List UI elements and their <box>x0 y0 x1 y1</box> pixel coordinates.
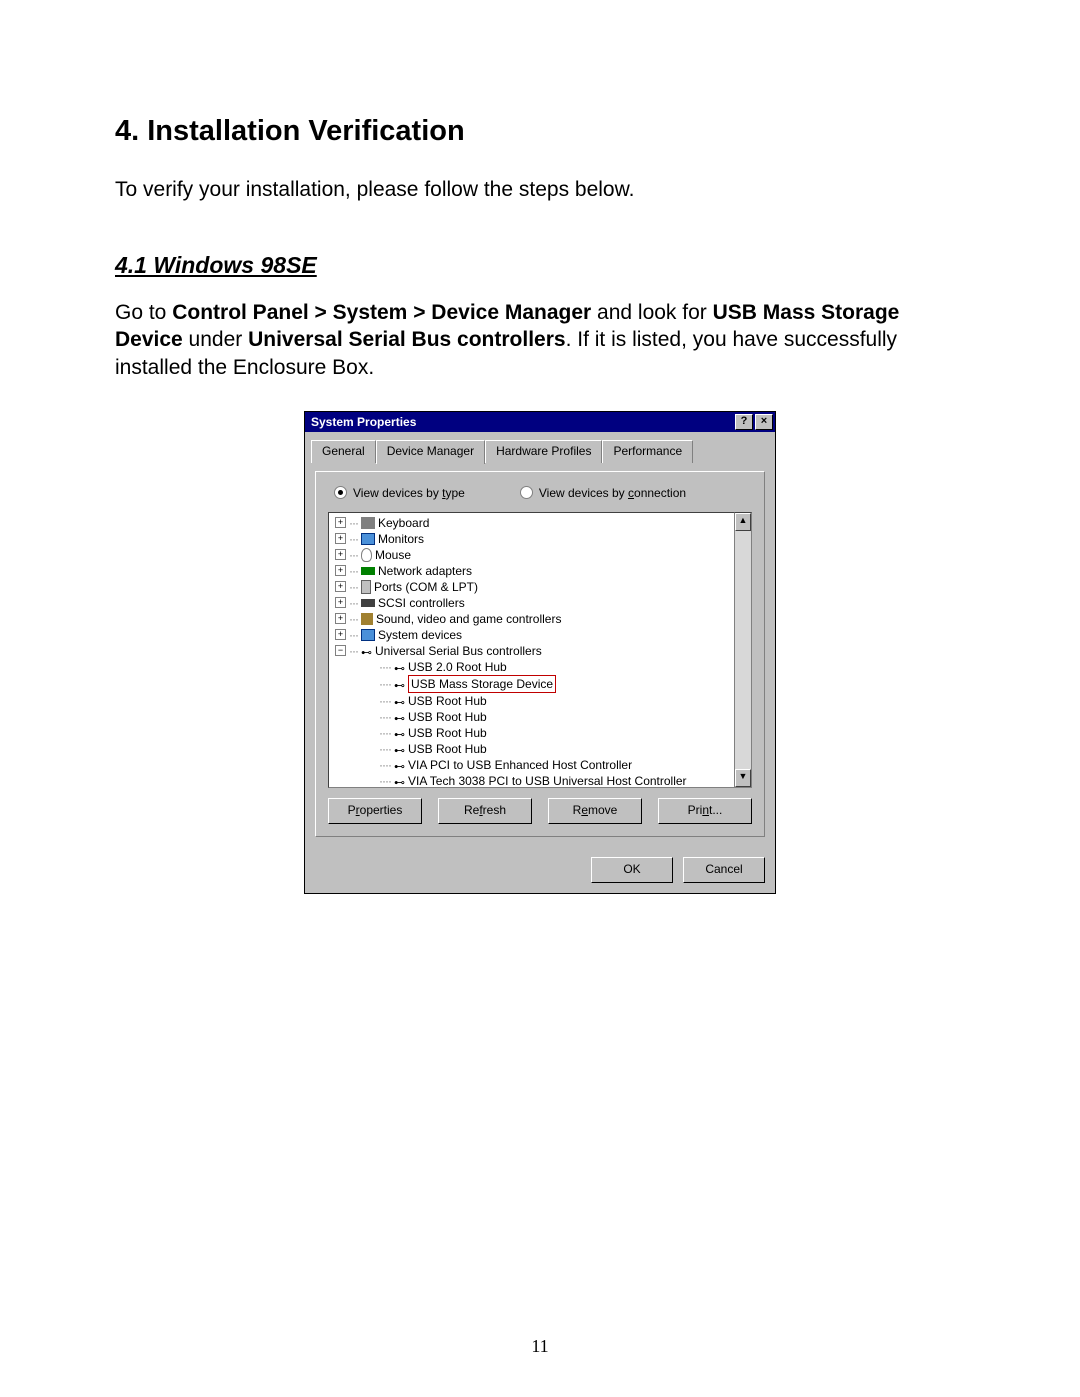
expand-icon[interactable]: + <box>335 549 346 560</box>
tab-device-manager[interactable]: Device Manager <box>376 440 485 464</box>
device-tree[interactable]: +··· Keyboard +··· Monitors +··· Mouse +… <box>328 512 734 788</box>
scrollbar[interactable]: ▲ ▼ <box>734 512 752 788</box>
tree-item[interactable]: USB 2.0 Root Hub <box>408 659 507 675</box>
page-number: 11 <box>0 1336 1080 1357</box>
usb-icon: ⊷ <box>394 661 405 673</box>
mouse-icon <box>361 548 372 562</box>
cancel-button[interactable]: Cancel <box>683 857 765 883</box>
para-bold-1: Control Panel > System > Device Manager <box>172 301 591 324</box>
para-text: under <box>183 328 248 351</box>
collapse-icon[interactable]: − <box>335 645 346 656</box>
usb-icon: ⊷ <box>394 759 405 771</box>
help-button[interactable]: ? <box>735 414 753 430</box>
tree-item[interactable]: Network adapters <box>378 563 472 579</box>
radio-label: View devices by type <box>353 486 465 500</box>
radio-view-by-connection[interactable]: View devices by connection <box>520 486 686 500</box>
monitor-icon <box>361 533 375 545</box>
tree-item[interactable]: USB Root Hub <box>408 741 487 757</box>
refresh-button[interactable]: Refresh <box>438 798 532 824</box>
tree-item-highlighted[interactable]: USB Mass Storage Device <box>408 675 556 693</box>
tree-item[interactable]: Monitors <box>378 531 424 547</box>
expand-icon[interactable]: + <box>335 613 346 624</box>
intro-text: To verify your installation, please foll… <box>115 178 965 202</box>
tree-item[interactable]: USB Root Hub <box>408 709 487 725</box>
close-button[interactable]: × <box>755 414 773 430</box>
titlebar-text: System Properties <box>311 415 733 429</box>
scroll-down-icon[interactable]: ▼ <box>735 769 751 787</box>
system-icon <box>361 629 375 641</box>
usb-icon: ⊷ <box>394 727 405 739</box>
tree-item[interactable]: Sound, video and game controllers <box>376 611 561 627</box>
tab-general[interactable]: General <box>311 440 376 463</box>
expand-icon[interactable]: + <box>335 581 346 592</box>
sound-icon <box>361 613 373 625</box>
tree-item[interactable]: VIA Tech 3038 PCI to USB Universal Host … <box>408 773 687 788</box>
port-icon <box>361 580 371 594</box>
radio-label: View devices by connection <box>539 486 686 500</box>
scroll-up-icon[interactable]: ▲ <box>735 513 751 531</box>
properties-button[interactable]: Properties <box>328 798 422 824</box>
usb-icon: ⊷ <box>361 645 372 657</box>
usb-icon: ⊷ <box>394 711 405 723</box>
usb-icon: ⊷ <box>394 743 405 755</box>
tree-item[interactable]: Universal Serial Bus controllers <box>375 643 542 659</box>
scroll-track[interactable] <box>735 531 751 769</box>
system-properties-dialog: System Properties ? × General Device Man… <box>304 411 776 894</box>
titlebar: System Properties ? × <box>305 412 775 432</box>
tabs-row: General Device Manager Hardware Profiles… <box>311 440 775 463</box>
expand-icon[interactable]: + <box>335 565 346 576</box>
tree-item[interactable]: Mouse <box>375 547 411 563</box>
print-button[interactable]: Print... <box>658 798 752 824</box>
expand-icon[interactable]: + <box>335 629 346 640</box>
scsi-icon <box>361 599 375 607</box>
usb-icon: ⊷ <box>394 678 405 690</box>
tree-item[interactable]: VIA PCI to USB Enhanced Host Controller <box>408 757 632 773</box>
tree-item[interactable]: System devices <box>378 627 462 643</box>
expand-icon[interactable]: + <box>335 533 346 544</box>
tree-item[interactable]: SCSI controllers <box>378 595 465 611</box>
keyboard-icon <box>361 517 375 529</box>
tree-item[interactable]: Ports (COM & LPT) <box>374 579 478 595</box>
radio-view-by-type[interactable]: View devices by type <box>334 486 465 500</box>
para-text: Go to <box>115 301 172 324</box>
radio-icon <box>334 486 347 499</box>
device-manager-panel: View devices by type View devices by con… <box>315 471 765 837</box>
network-icon <box>361 567 375 575</box>
tab-hardware-profiles[interactable]: Hardware Profiles <box>485 440 602 463</box>
tree-item[interactable]: USB Root Hub <box>408 693 487 709</box>
expand-icon[interactable]: + <box>335 597 346 608</box>
ok-button[interactable]: OK <box>591 857 673 883</box>
tab-performance[interactable]: Performance <box>602 440 693 463</box>
instruction-paragraph: Go to Control Panel > System > Device Ma… <box>115 299 965 381</box>
para-text: and look for <box>591 301 712 324</box>
radio-icon <box>520 486 533 499</box>
sub-heading: 4.1 Windows 98SE <box>115 252 965 279</box>
section-heading: 4. Installation Verification <box>115 115 965 148</box>
tree-item[interactable]: Keyboard <box>378 515 429 531</box>
remove-button[interactable]: Remove <box>548 798 642 824</box>
usb-icon: ⊷ <box>394 775 405 787</box>
para-bold-3: Universal Serial Bus controllers <box>248 328 565 351</box>
tree-item[interactable]: USB Root Hub <box>408 725 487 741</box>
expand-icon[interactable]: + <box>335 517 346 528</box>
usb-icon: ⊷ <box>394 695 405 707</box>
